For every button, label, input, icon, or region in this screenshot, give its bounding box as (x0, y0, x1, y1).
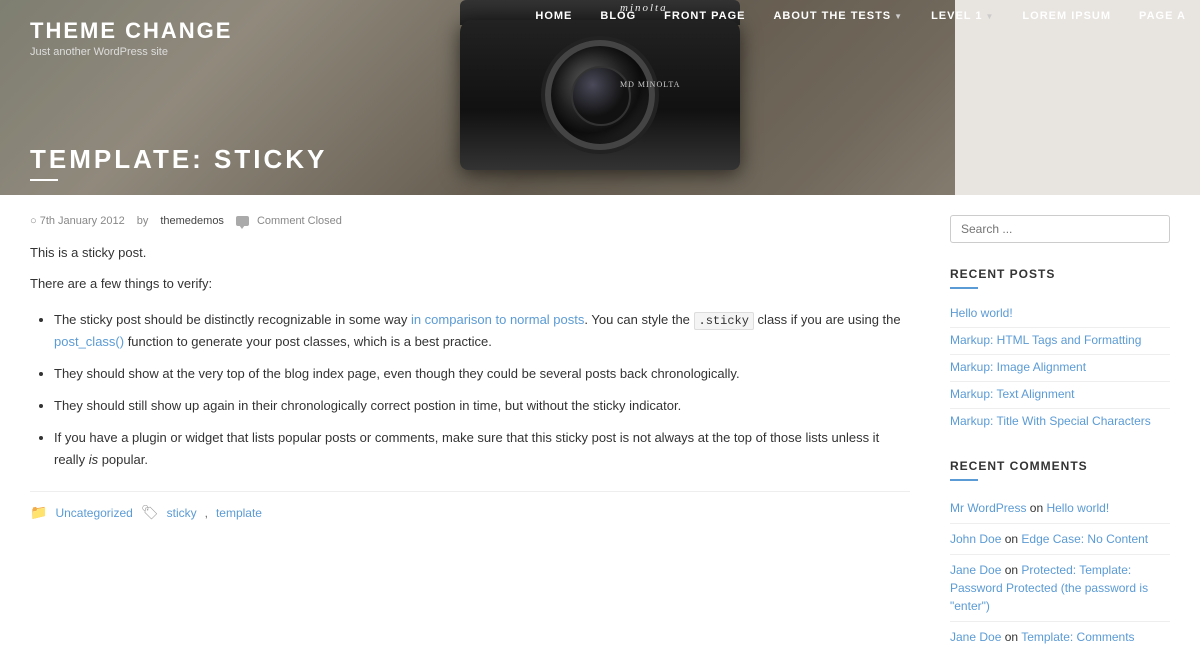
recent-posts-accent (950, 287, 978, 289)
comment-author-link-4[interactable]: Jane Doe (950, 630, 1001, 644)
recent-comments-accent (950, 479, 978, 481)
nav-link-home[interactable]: HOME (521, 0, 586, 32)
nav-link-pagea[interactable]: PAGE A (1125, 0, 1200, 32)
nav-item-blog[interactable]: BLOG (586, 0, 650, 32)
list-item: John Doe on Edge Case: No Content (950, 524, 1170, 555)
nav-link-lorem[interactable]: LOREM IPSUM (1008, 0, 1125, 32)
site-header: MD MINOLTA minolta THEME CHANGE Just ano… (0, 0, 1200, 195)
site-tagline: Just another WordPress site (30, 46, 232, 58)
nav-label-level1: LEVEL 1 (931, 10, 982, 22)
tag-link-template[interactable]: template (216, 506, 262, 520)
recent-post-link-2[interactable]: Markup: HTML Tags and Formatting (950, 333, 1141, 347)
comment-author-link-1[interactable]: Mr WordPress (950, 501, 1026, 515)
content-wrapper: 7th January 2012 by themedemos Comment C… (0, 195, 1200, 672)
post-date: 7th January 2012 (30, 215, 125, 227)
comment-text-1: Mr WordPress on Hello world! (950, 499, 1170, 517)
comment-post-link-2[interactable]: Edge Case: No Content (1021, 532, 1148, 546)
main-navigation: HOME BLOG FRONT PAGE ABOUT THE TESTS ▼ P… (0, 0, 1200, 32)
nav-item-pagea[interactable]: PAGE A (1125, 0, 1200, 32)
comment-author-link-3[interactable]: Jane Doe (950, 563, 1001, 577)
nav-link-level1[interactable]: LEVEL 1 ▼ (917, 0, 1008, 32)
page-title: TEMPLATE: STICKY (30, 144, 327, 175)
nav-item-about[interactable]: ABOUT THE TESTS ▼ Page B Sales (759, 0, 917, 32)
post-subtitle: There are a few things to verify: (30, 274, 910, 295)
comment-author-link-2[interactable]: John Doe (950, 532, 1001, 546)
tag-icon: 🏷 (141, 504, 159, 521)
link-post-class[interactable]: post_class() (54, 334, 124, 349)
post-bullet-list: The sticky post should be distinctly rec… (30, 309, 910, 472)
nav-link-blog[interactable]: BLOG (586, 0, 650, 32)
post-intro: This is a sticky post. (30, 243, 910, 264)
nav-item-lorem[interactable]: LOREM IPSUM (1008, 0, 1125, 32)
post-author: themedemos (160, 215, 224, 227)
code-sticky: .sticky (694, 312, 754, 330)
recent-post-link-3[interactable]: Markup: Image Alignment (950, 360, 1086, 374)
chevron-down-icon: ▼ (894, 12, 903, 21)
post-meta: 7th January 2012 by themedemos Comment C… (30, 215, 910, 227)
recent-comments-list: Mr WordPress on Hello world! John Doe on… (950, 493, 1170, 652)
comment-status-text: Comment Closed (257, 215, 342, 227)
comment-post-link-4[interactable]: Template: Comments (1021, 630, 1134, 644)
folder-icon: 📁 (30, 504, 47, 521)
bullet-item-1: The sticky post should be distinctly rec… (54, 309, 910, 353)
tag-link-sticky[interactable]: sticky (167, 506, 197, 520)
comment-text-3: Jane Doe on Protected: Template: Passwor… (950, 561, 1170, 615)
list-item: Jane Doe on Template: Comments (950, 622, 1170, 652)
main-content: 7th January 2012 by themedemos Comment C… (30, 215, 910, 652)
list-item: Mr WordPress on Hello world! (950, 493, 1170, 524)
list-item: Markup: Text Alignment (950, 382, 1170, 409)
search-input[interactable] (950, 215, 1170, 243)
recent-post-link-1[interactable]: Hello world! (950, 306, 1013, 320)
comment-text-4: Jane Doe on Template: Comments (950, 628, 1170, 646)
nav-list: HOME BLOG FRONT PAGE ABOUT THE TESTS ▼ P… (521, 0, 1200, 32)
nav-item-home[interactable]: HOME (521, 0, 586, 32)
category-link[interactable]: Uncategorized (55, 506, 132, 520)
nav-link-frontpage[interactable]: FRONT PAGE (650, 0, 759, 32)
recent-posts-heading: RECENT POSTS (950, 267, 1170, 281)
bullet-item-3: They should still show up again in their… (54, 395, 910, 417)
list-item: Hello world! (950, 301, 1170, 328)
nav-item-level1[interactable]: LEVEL 1 ▼ Level 2 (917, 0, 1008, 32)
recent-posts-list: Hello world! Markup: HTML Tags and Forma… (950, 301, 1170, 435)
camera-label-text: MD MINOLTA (620, 80, 680, 89)
post-author-prefix: by (137, 215, 149, 227)
bullet-item-2: They should show at the very top of the … (54, 363, 910, 385)
page-title-bar: TEMPLATE: STICKY (0, 134, 357, 195)
post-footer: 📁 Uncategorized 🏷 sticky, template (30, 491, 910, 521)
sidebar: RECENT POSTS Hello world! Markup: HTML T… (950, 215, 1170, 652)
list-item: Markup: HTML Tags and Formatting (950, 328, 1170, 355)
bullet-item-4: If you have a plugin or widget that list… (54, 427, 910, 471)
comment-text-2: John Doe on Edge Case: No Content (950, 530, 1170, 548)
comment-icon (236, 216, 249, 226)
nav-link-about[interactable]: ABOUT THE TESTS ▼ (759, 0, 917, 32)
recent-comments-heading: RECENT COMMENTS (950, 459, 1170, 473)
comment-post-link-1[interactable]: Hello world! (1046, 501, 1109, 515)
page-title-underline (30, 179, 58, 181)
list-item: Markup: Image Alignment (950, 355, 1170, 382)
chevron-down-icon-2: ▼ (986, 12, 995, 21)
recent-post-link-4[interactable]: Markup: Text Alignment (950, 387, 1075, 401)
nav-item-frontpage[interactable]: FRONT PAGE (650, 0, 759, 32)
post-comment-status: Comment Closed (236, 215, 342, 227)
recent-post-link-5[interactable]: Markup: Title With Special Characters (950, 414, 1151, 428)
nav-label-about: ABOUT THE TESTS (773, 10, 891, 22)
list-item: Markup: Title With Special Characters (950, 409, 1170, 435)
list-item: Jane Doe on Protected: Template: Passwor… (950, 555, 1170, 622)
